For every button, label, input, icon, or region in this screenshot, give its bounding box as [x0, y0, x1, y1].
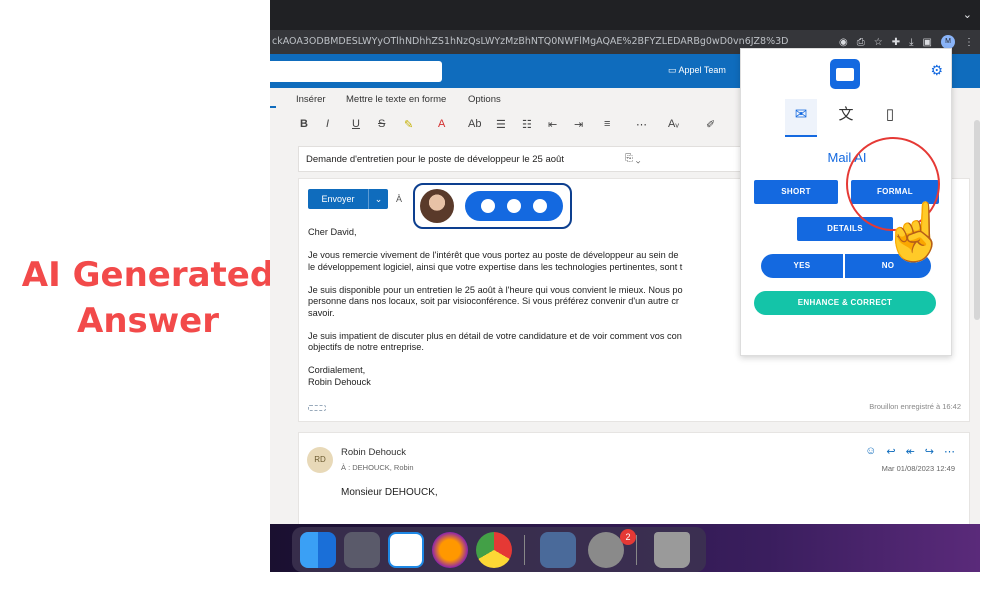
message-actions: ☺ ↩ ↞ ↪ ⋯ — [865, 445, 955, 458]
numbering-icon[interactable]: ☷ — [522, 118, 532, 131]
indent-icon[interactable]: ⇥ — [574, 118, 583, 131]
firefox-icon[interactable] — [432, 532, 468, 568]
mail-ai-logo — [830, 59, 860, 89]
more-icon[interactable]: ⋮ — [964, 37, 974, 48]
subject-text: Demande d'entretien pour le poste de dév… — [306, 154, 564, 165]
vscode-icon[interactable] — [388, 532, 424, 568]
message-date: Mar 01/08/2023 12:49 — [881, 464, 955, 473]
clear-format-button[interactable]: Ab — [468, 118, 481, 130]
typing-dots — [465, 191, 563, 221]
search-input[interactable] — [270, 61, 442, 82]
avatar — [420, 189, 454, 223]
paint-icon[interactable]: ✐ — [706, 118, 715, 131]
trash-icon[interactable] — [654, 532, 690, 568]
highlight-icon[interactable]: ✎ — [404, 118, 413, 131]
previous-message: RD Robin Dehouck À : DEHOUCK, Robin ☺ ↩ … — [298, 432, 970, 532]
active-tab-indicator — [270, 106, 276, 108]
profile-avatar[interactable]: M — [941, 35, 955, 49]
attach-icon[interactable]: ⎘ ⌄ — [625, 153, 641, 164]
share-icon[interactable]: ⎙ — [857, 37, 865, 48]
chrome-icon[interactable] — [476, 532, 512, 568]
dock-separator — [524, 535, 525, 565]
mail-icon: ✉ — [794, 106, 808, 123]
short-button[interactable]: SHORT — [754, 180, 838, 204]
dot-icon — [507, 199, 521, 213]
dot-icon — [533, 199, 547, 213]
tab-format[interactable]: Mettre le texte en forme — [346, 94, 446, 105]
align-icon[interactable]: ≡ — [604, 118, 610, 130]
gear-icon[interactable]: ⚙ — [930, 62, 943, 79]
send-button[interactable]: Envoyer ⌄ — [308, 189, 388, 209]
sidepanel-icon[interactable]: ▣ — [923, 37, 932, 48]
tab-document[interactable]: ▯ — [874, 99, 906, 137]
smiley-icon[interactable]: ☺ — [865, 445, 876, 458]
reply-icon[interactable]: ↩ — [886, 445, 895, 458]
promo-heading: AI Generated Answer — [18, 252, 278, 344]
scrollbar[interactable] — [974, 120, 980, 320]
finder-icon[interactable] — [300, 532, 336, 568]
download-icon[interactable]: ⤓ — [909, 37, 913, 48]
ribbon-tabs: Insérer Mettre le texte en forme Options — [270, 88, 740, 110]
star-icon[interactable]: ☆ — [874, 37, 883, 48]
translate-icon: 文 — [838, 106, 854, 123]
signature-tag[interactable] — [308, 405, 326, 411]
dot-icon — [481, 199, 495, 213]
tab-inserer[interactable]: Insérer — [296, 94, 326, 105]
dock — [292, 527, 706, 572]
launchpad-icon[interactable] — [344, 532, 380, 568]
extension-icon[interactable]: ✚ — [892, 37, 900, 48]
draft-status: Brouillon enregistré à 16:42 — [869, 402, 961, 411]
italic-button[interactable]: I — [326, 118, 329, 130]
underline-button[interactable]: U — [352, 118, 360, 130]
recipient-line: À : DEHOUCK, Robin — [341, 463, 414, 472]
reply-all-icon[interactable]: ↞ — [906, 445, 915, 458]
chevron-down-icon[interactable]: ⌄ — [368, 189, 388, 209]
tab-translate[interactable]: 文 — [830, 99, 862, 137]
document-icon: ▯ — [885, 106, 895, 123]
font-color-button[interactable]: A — [438, 118, 445, 130]
hand-cursor-icon: ☝ — [880, 200, 950, 263]
team-call-label[interactable]: ▭ Appel Team — [668, 65, 726, 76]
to-label: À — [396, 194, 403, 204]
preview-icon[interactable] — [540, 532, 576, 568]
eye-icon[interactable]: ◉ — [839, 37, 848, 48]
settings-icon[interactable] — [588, 532, 624, 568]
sender-name[interactable]: Robin Dehouck — [341, 447, 406, 458]
send-label: Envoyer — [321, 194, 355, 204]
bullets-icon[interactable]: ☰ — [496, 118, 506, 131]
tab-options[interactable]: Options — [468, 94, 501, 105]
promo-line-1: AI Generated — [21, 255, 275, 295]
bold-button[interactable]: B — [300, 118, 308, 130]
outdent-icon[interactable]: ⇤ — [548, 118, 557, 131]
dock-separator — [636, 535, 637, 565]
tab-compose[interactable]: ✉ — [785, 99, 817, 137]
chevron-down-icon[interactable]: ⌄ — [963, 8, 972, 21]
format-toolbar: B I U S ✎ A Ab ☰ ☷ ⇤ ⇥ ≡ ⋯ Aᵥ ✐ — [270, 112, 740, 140]
more-format-icon[interactable]: ⋯ — [636, 118, 647, 131]
message-greeting: Monsieur DEHOUCK, — [341, 487, 438, 498]
notification-badge: 2 — [620, 529, 636, 545]
browser-tabstrip: ⌄ — [270, 0, 980, 30]
yes-button[interactable]: YES — [761, 254, 843, 278]
forward-icon[interactable]: ↪ — [925, 445, 934, 458]
message-body[interactable]: Cher David, Je vous remercie vivement de… — [308, 227, 738, 388]
enhance-correct-button[interactable]: ENHANCE & CORRECT — [754, 291, 936, 315]
promo-line-2: Answer — [77, 301, 219, 341]
more-icon[interactable]: ⋯ — [944, 445, 955, 458]
mail-ai-tabs: ✉ 文 ▯ — [771, 99, 921, 139]
styles-icon[interactable]: Aᵥ — [668, 118, 679, 130]
strikethrough-button[interactable]: S — [378, 118, 385, 130]
avatar: RD — [307, 447, 333, 473]
typing-indicator — [413, 183, 572, 229]
